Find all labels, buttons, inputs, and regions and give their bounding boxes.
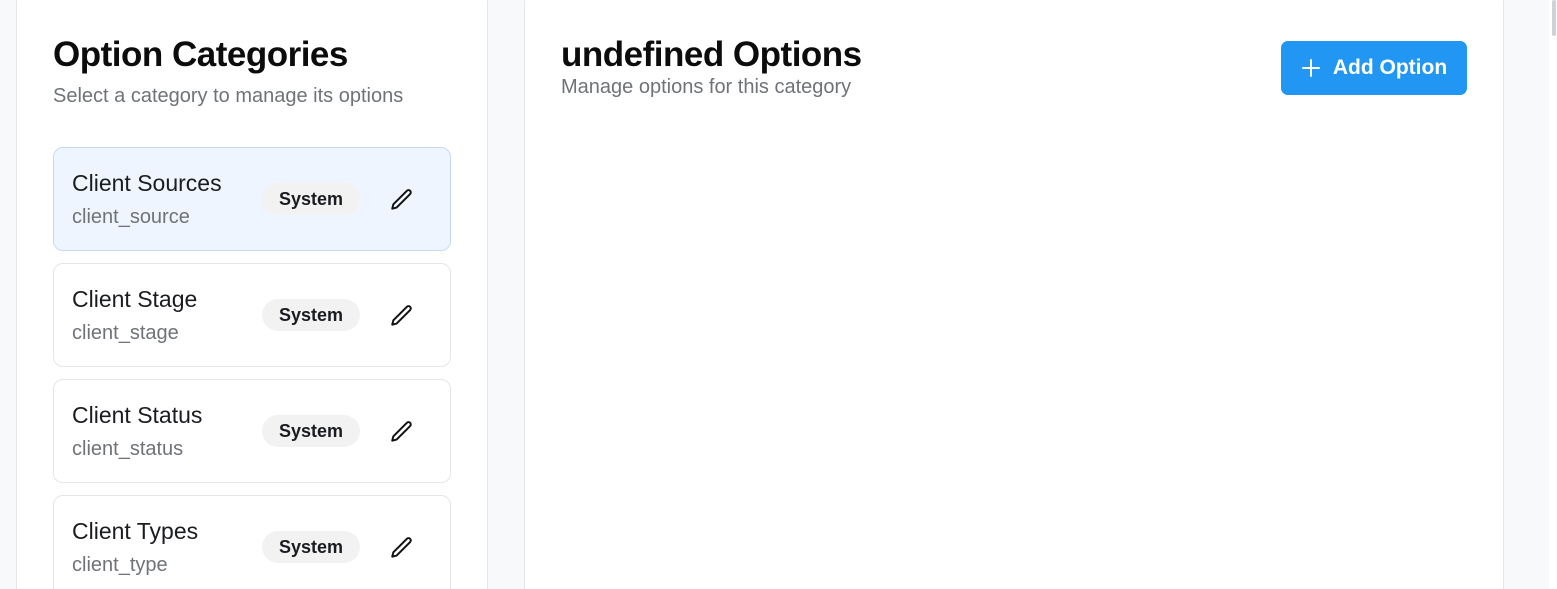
category-name: Client Sources [72,170,222,196]
category-name: Client Stage [72,286,198,312]
pencil-icon [391,421,412,442]
category-key: client_type [72,554,168,576]
edit-category-button[interactable] [384,530,420,566]
edit-category-button[interactable] [384,298,420,334]
option-categories-panel: Option Categories Select a category to m… [16,0,488,589]
category-card-client-stage[interactable]: Client Stage client_stage System [53,263,451,367]
system-badge: System [262,299,360,331]
pencil-icon [391,537,412,558]
options-title: undefined Options [561,35,862,74]
categories-subtitle: Select a category to manage its options [53,85,404,107]
edit-category-button[interactable] [384,414,420,450]
edit-category-button[interactable] [384,182,420,218]
system-badge: System [262,415,360,447]
category-name: Client Types [72,518,199,544]
pencil-icon [391,189,412,210]
category-card-client-sources[interactable]: Client Sources client_source System [53,147,451,251]
category-key: client_status [72,438,184,460]
pencil-icon [391,305,412,326]
category-card-client-status[interactable]: Client Status client_status System [53,379,451,483]
categories-title: Option Categories [53,35,348,74]
category-key: client_source [72,206,190,228]
options-panel: undefined Options Manage options for thi… [524,0,1504,589]
scrollbar-track[interactable] [1549,0,1557,589]
options-subtitle: Manage options for this category [561,76,852,98]
page: Option Categories Select a category to m… [0,0,1557,589]
add-option-button[interactable]: Add Option [1281,41,1467,95]
category-key: client_stage [72,322,179,344]
scrollbar-thumb[interactable] [1552,0,1556,36]
system-badge: System [262,183,360,215]
category-name: Client Status [72,402,203,428]
system-badge: System [262,531,360,563]
category-card-client-types[interactable]: Client Types client_type System [53,495,451,589]
category-list: Client Sources client_source System Clie… [53,147,451,589]
plus-icon [1301,58,1321,78]
add-option-label: Add Option [1332,56,1448,79]
